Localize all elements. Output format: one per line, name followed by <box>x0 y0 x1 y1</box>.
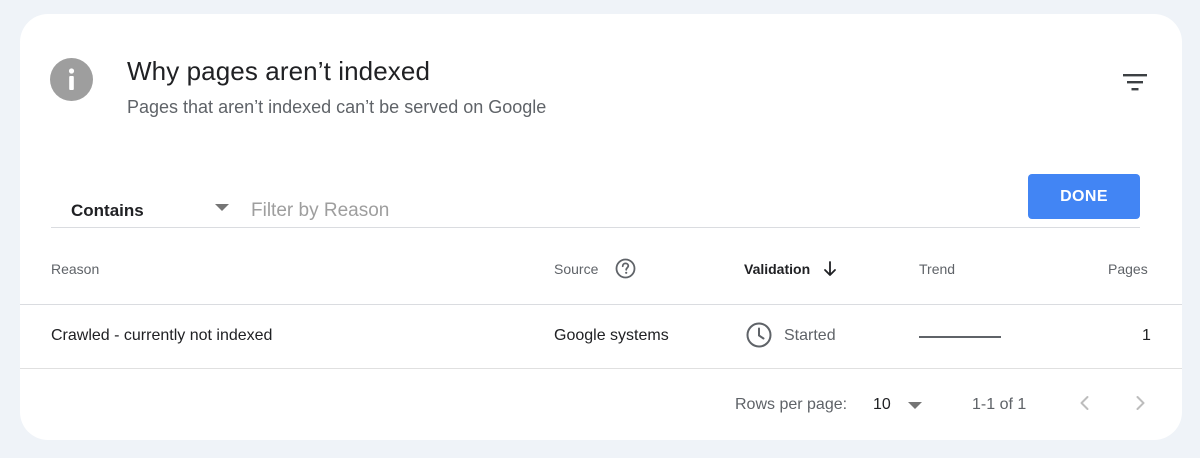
cell-reason[interactable]: Crawled - currently not indexed <box>51 327 272 345</box>
cell-pages: 1 <box>1142 327 1151 344</box>
dropdown-arrow-icon[interactable] <box>215 204 229 211</box>
filter-input[interactable] <box>251 196 991 226</box>
trend-sparkline <box>919 336 1001 338</box>
cell-source: Google systems <box>554 327 669 344</box>
filter-bar: Contains <box>51 196 1140 228</box>
page-title: Why pages aren’t indexed <box>127 56 431 86</box>
column-header-validation[interactable]: Validation <box>744 261 810 277</box>
rows-per-page-label: Rows per page: <box>735 396 848 413</box>
info-icon <box>50 58 93 101</box>
page-subtitle: Pages that aren’t indexed can’t be serve… <box>127 97 547 117</box>
clock-icon <box>745 321 773 349</box>
row-divider <box>20 368 1182 369</box>
dropdown-arrow-icon[interactable] <box>908 402 922 409</box>
rows-per-page-select[interactable]: 10 <box>873 396 891 414</box>
pagination-range: 1-1 of 1 <box>972 396 1027 413</box>
index-status-card: Why pages aren’t indexed Pages that aren… <box>20 14 1182 440</box>
cell-validation-status: Started <box>784 327 836 344</box>
column-header-pages[interactable]: Pages <box>1108 261 1148 277</box>
chevron-left-icon[interactable] <box>1074 392 1096 414</box>
arrow-down-icon[interactable] <box>822 260 838 278</box>
help-circle-icon[interactable] <box>615 258 636 279</box>
filter-operator-value: Contains <box>71 201 144 220</box>
column-header-source[interactable]: Source <box>554 261 598 277</box>
column-header-trend: Trend <box>919 261 956 277</box>
column-header-reason[interactable]: Reason <box>51 261 99 277</box>
chevron-right-icon[interactable] <box>1129 392 1151 414</box>
done-button[interactable]: DONE <box>1028 174 1140 219</box>
filter-list-icon[interactable] <box>1122 72 1148 94</box>
header-divider <box>20 304 1182 305</box>
filter-operator-select[interactable]: Contains <box>71 201 231 225</box>
